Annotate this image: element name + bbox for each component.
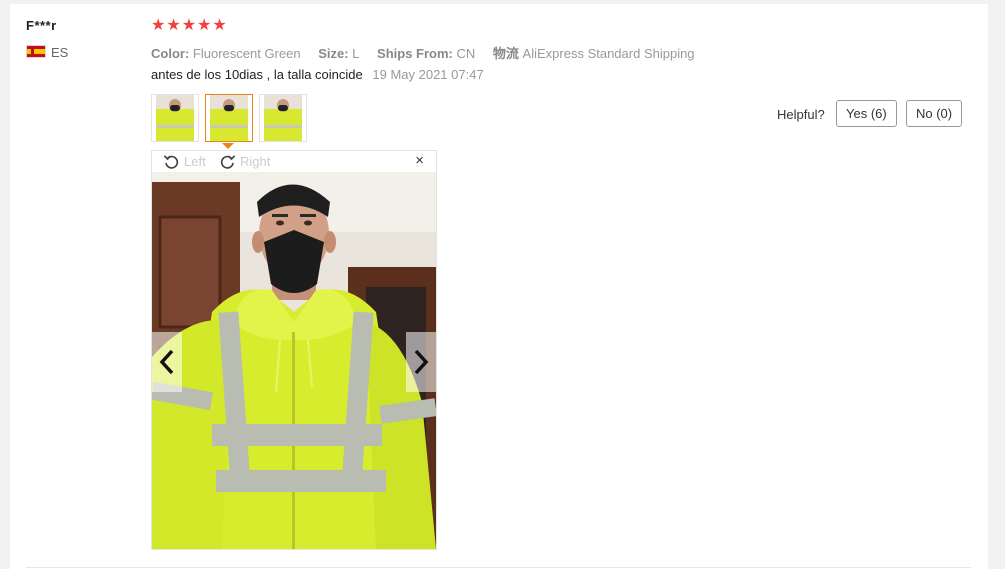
star-icon: ★ — [212, 17, 227, 34]
chevron-left-icon — [159, 349, 174, 375]
rotate-left-icon — [163, 155, 179, 169]
previous-photo-button[interactable] — [152, 332, 182, 392]
page-margin-left — [0, 0, 10, 569]
review-photo — [152, 172, 436, 549]
page-margin-right — [988, 0, 1005, 569]
helpful-label: Helpful? — [777, 107, 825, 122]
size-value: L — [352, 46, 360, 61]
photo-thumbnail-selected[interactable] — [205, 94, 253, 142]
photo-thumbnail[interactable] — [151, 94, 199, 142]
review-photo-thumbnails — [151, 94, 307, 142]
page-margin-top — [10, 0, 988, 4]
logistics-value: AliExpress Standard Shipping — [522, 46, 695, 61]
review-text: antes de los 10dias , la talla coincide — [151, 67, 363, 82]
reviewer-country: ES — [51, 45, 69, 60]
rotate-right-icon — [220, 155, 236, 169]
next-photo-button[interactable] — [406, 332, 436, 392]
helpful-yes-button[interactable]: Yes (6) — [836, 100, 897, 127]
photo-viewer: Left Right × — [151, 150, 437, 550]
star-icon: ★ — [166, 17, 181, 34]
review-date: 19 May 2021 07:47 — [372, 67, 484, 82]
rotate-left-label: Left — [184, 154, 206, 169]
color-value: Fluorescent Green — [192, 46, 301, 61]
photo-thumbnail[interactable] — [259, 94, 307, 142]
size-label: Size: — [318, 46, 349, 61]
selected-thumb-pointer — [222, 143, 234, 149]
ships-from-label: Ships From: — [377, 46, 453, 61]
review-body: antes de los 10dias , la talla coincide … — [151, 67, 484, 82]
star-icon: ★ — [181, 17, 197, 34]
rotate-right-button[interactable]: Right — [219, 153, 270, 170]
review-divider — [26, 567, 971, 568]
rotate-left-button[interactable]: Left — [163, 153, 206, 170]
spain-flag-icon — [26, 45, 46, 58]
photo-viewer-toolbar: Left Right × — [152, 151, 436, 172]
chevron-right-icon — [414, 349, 429, 375]
review-photo-image — [152, 172, 436, 549]
star-icon: ★ — [197, 17, 212, 34]
rating-stars: ★ ★ ★ ★ ★ — [151, 17, 227, 35]
ships-from-value: CN — [456, 46, 476, 61]
star-icon: ★ — [151, 17, 166, 34]
helpful-no-button[interactable]: No (0) — [906, 100, 963, 127]
rotate-right-label: Right — [240, 154, 271, 169]
close-viewer-icon[interactable]: × — [415, 152, 424, 169]
order-attributes: Color: Fluorescent Green Size: L Ships F… — [151, 43, 709, 62]
color-label: Color: — [151, 46, 190, 61]
logistics-label: 物流 — [492, 46, 519, 61]
reviewer-name: F***r — [26, 18, 57, 33]
